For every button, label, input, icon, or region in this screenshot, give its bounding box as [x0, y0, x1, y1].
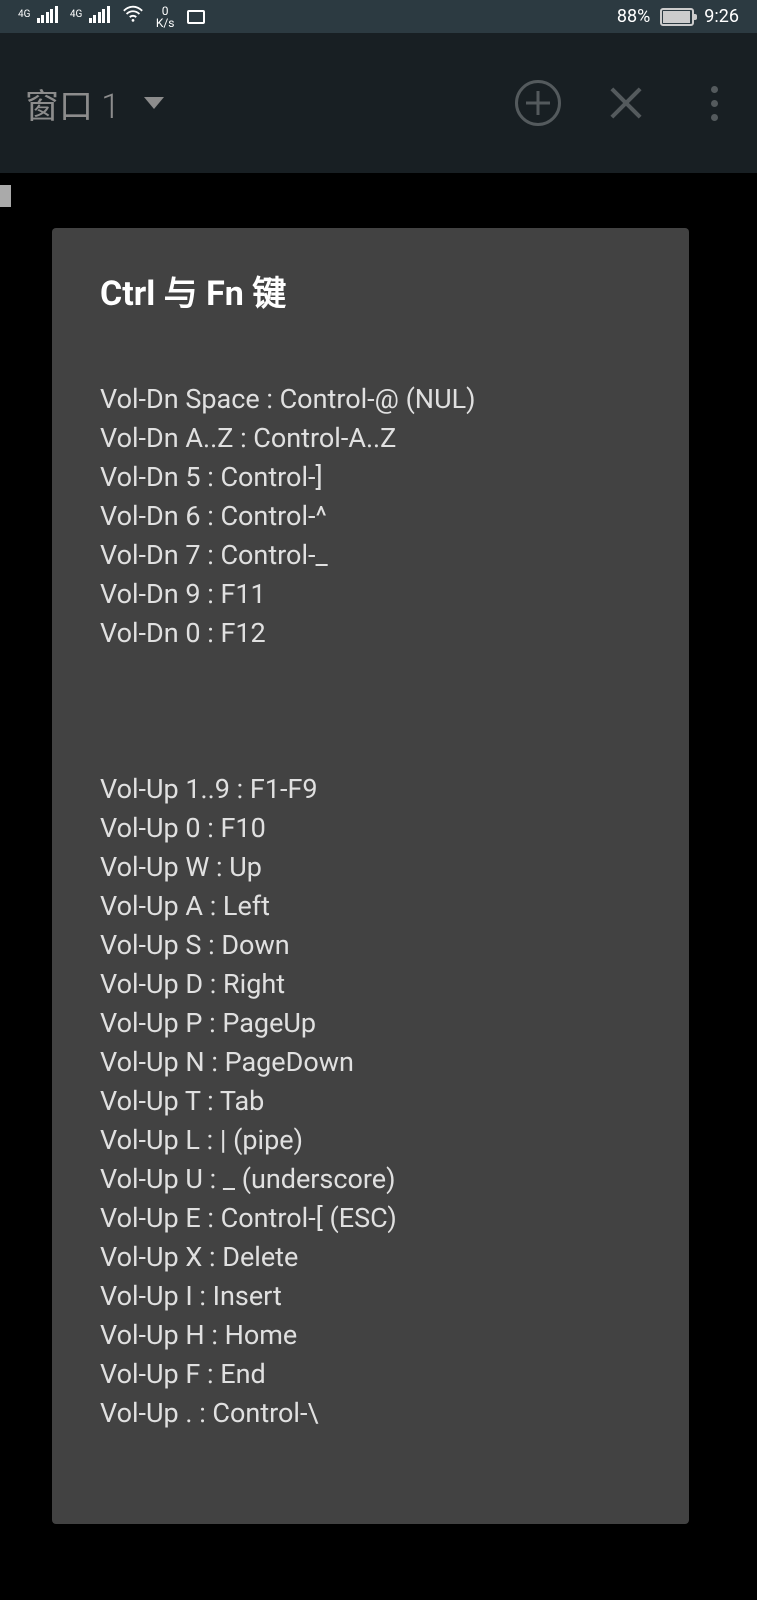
- shortcut-line: Vol-Up X : Delete: [100, 1238, 641, 1277]
- add-tab-button[interactable]: [515, 80, 561, 126]
- shortcut-line: Vol-Up I : Insert: [100, 1277, 641, 1316]
- shortcut-line: Vol-Up D : Right: [100, 965, 641, 1004]
- status-right: 88% 9:26: [617, 6, 739, 27]
- more-vert-icon: [711, 86, 718, 121]
- shortcut-line: Vol-Dn A..Z : Control-A..Z: [100, 419, 641, 458]
- signal-1: 4G: [18, 6, 58, 28]
- shortcut-line: Vol-Up 0 : F10: [100, 809, 641, 848]
- status-bar: 4G 4G 0 K/s 88% 9:26: [0, 0, 757, 33]
- clock: 9:26: [704, 6, 739, 27]
- shortcut-line: Vol-Up H : Home: [100, 1316, 641, 1355]
- signal-2-label: 4G: [70, 9, 82, 20]
- shortcut-line: Vol-Up T : Tab: [100, 1082, 641, 1121]
- shortcut-line: Vol-Up 1..9 : F1-F9: [100, 770, 641, 809]
- wifi-icon: [122, 3, 144, 30]
- netspeed-unit: K/s: [156, 17, 175, 29]
- signal-1-label: 4G: [18, 9, 30, 20]
- signal-bars-icon: [37, 6, 58, 23]
- shortcut-line: Vol-Dn 0 : F12: [100, 614, 641, 653]
- dialog-body: Vol-Dn Space : Control-@ (NUL)Vol-Dn A..…: [100, 341, 641, 1472]
- shortcut-line: Vol-Up F : End: [100, 1355, 641, 1394]
- overflow-menu-button[interactable]: [691, 80, 737, 126]
- signal-bars-icon: [89, 6, 110, 23]
- shortcut-line: Vol-Up W : Up: [100, 848, 641, 887]
- status-left: 4G 4G 0 K/s: [18, 3, 205, 30]
- shortcut-line: Vol-Up L : | (pipe): [100, 1121, 641, 1160]
- shortcut-line: Vol-Up U : _ (underscore): [100, 1160, 641, 1199]
- app-bar-actions: [515, 80, 737, 126]
- battery-icon: [660, 8, 694, 26]
- dialog-title: Ctrl 与 Fn 键: [100, 266, 641, 315]
- shortcut-line: Vol-Up P : PageUp: [100, 1004, 641, 1043]
- tab-selector[interactable]: 窗口 1: [25, 79, 164, 128]
- signal-2: 4G: [70, 6, 110, 28]
- shortcut-line: Vol-Dn 6 : Control-^: [100, 497, 641, 536]
- shortcut-line: Vol-Dn 9 : F11: [100, 575, 641, 614]
- terminal-cursor: [0, 185, 11, 207]
- shortcut-line: Vol-Up S : Down: [100, 926, 641, 965]
- battery-percent: 88%: [617, 6, 650, 27]
- shortcut-group-volup: Vol-Up 1..9 : F1-F9Vol-Up 0 : F10Vol-Up …: [100, 770, 641, 1433]
- shortcut-line: Vol-Up E : Control-[ (ESC): [100, 1199, 641, 1238]
- shortcut-group-voldn: Vol-Dn Space : Control-@ (NUL)Vol-Dn A..…: [100, 380, 641, 653]
- spacer: [100, 692, 641, 731]
- shortcut-line: Vol-Dn 7 : Control-_: [100, 536, 641, 575]
- shortcut-line: Vol-Up N : PageDown: [100, 1043, 641, 1082]
- tab-title-label: 窗口 1: [25, 79, 120, 128]
- app-bar: 窗口 1: [0, 33, 757, 173]
- shortcut-line: Vol-Dn Space : Control-@ (NUL): [100, 380, 641, 419]
- help-dialog[interactable]: Ctrl 与 Fn 键 Vol-Dn Space : Control-@ (NU…: [52, 228, 689, 1524]
- shortcut-line: Vol-Up A : Left: [100, 887, 641, 926]
- shortcut-line: Vol-Dn 5 : Control-]: [100, 458, 641, 497]
- screenshot-icon: [187, 10, 205, 24]
- network-speed: 0 K/s: [156, 5, 175, 29]
- shortcut-line: Vol-Up . : Control-\: [100, 1394, 641, 1433]
- chevron-down-icon: [144, 97, 164, 109]
- close-button[interactable]: [603, 80, 649, 126]
- netspeed-value: 0: [162, 5, 169, 17]
- close-icon: [606, 83, 646, 123]
- plus-circle-icon: [515, 80, 561, 126]
